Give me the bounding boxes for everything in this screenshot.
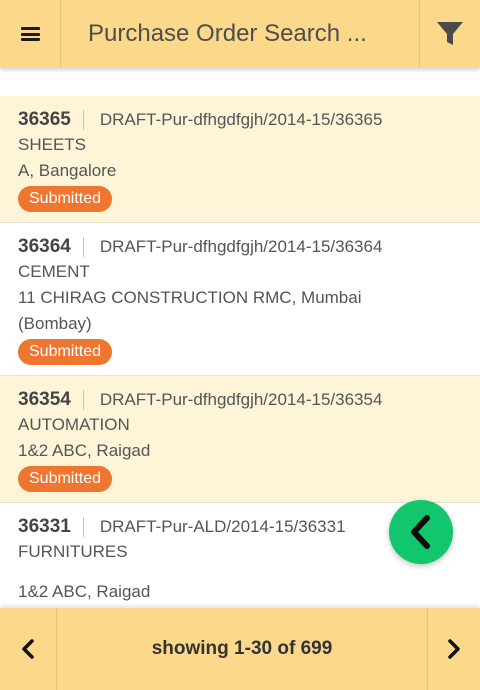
next-page-button[interactable] <box>427 608 480 690</box>
status-badge: Submitted <box>18 186 113 212</box>
po-number: 36331 <box>18 516 71 537</box>
paging-status: showing 1-30 of 699 <box>151 638 333 659</box>
po-vendor: A, Bangalore <box>18 161 117 180</box>
pagination-bar: showing 1-30 of 699 <box>0 608 480 690</box>
po-code: DRAFT-Pur-dfhgdfgjh/2014-15/36354 <box>99 390 383 409</box>
page-title: Purchase Order Search ... <box>88 20 367 47</box>
po-vendor: 1&2 ABC, Raigad <box>18 441 151 460</box>
chevron-left-icon <box>411 515 430 549</box>
po-code: DRAFT-Pur-dfhgdfgjh/2014-15/36364 <box>99 237 383 256</box>
po-number: 36365 <box>18 109 71 130</box>
hamburger-menu-icon <box>20 27 40 41</box>
po-vendor: 11 CHIRAG CONSTRUCTION RMC, Mumbai <box>18 288 362 307</box>
po-vendor-continued: (Bombay) <box>18 314 92 333</box>
status-badge: Submitted <box>18 466 113 492</box>
separator <box>82 110 84 130</box>
app-header: Purchase Order Search ... <box>0 0 480 68</box>
filter-icon <box>437 22 463 45</box>
previous-page-button[interactable] <box>0 608 57 690</box>
chevron-left-icon <box>22 639 34 659</box>
status-badge: Submitted <box>18 339 113 365</box>
back-fab-button[interactable] <box>389 500 453 564</box>
separator <box>82 237 84 257</box>
po-code: DRAFT-Pur-ALD/2014-15/36331 <box>99 517 346 536</box>
list-item[interactable]: 36354 DRAFT-Pur-dfhgdfgjh/2014-15/36354 … <box>0 376 480 503</box>
po-number: 36364 <box>18 236 71 257</box>
po-number: 36354 <box>18 389 71 410</box>
separator <box>82 517 84 537</box>
po-category: AUTOMATION <box>18 415 130 434</box>
list-item[interactable]: 36365 DRAFT-Pur-dfhgdfgjh/2014-15/36365 … <box>0 96 480 223</box>
filter-button[interactable] <box>419 0 480 68</box>
po-vendor: 1&2 ABC, Raigad <box>18 582 151 601</box>
list-item[interactable]: 36364 DRAFT-Pur-dfhgdfgjh/2014-15/36364 … <box>0 223 480 376</box>
po-category: SHEETS <box>18 135 87 154</box>
chevron-right-icon <box>448 639 460 659</box>
po-category: CEMENT <box>18 262 90 281</box>
po-code: DRAFT-Pur-dfhgdfgjh/2014-15/36365 <box>99 110 383 129</box>
separator <box>82 390 84 410</box>
menu-button[interactable] <box>0 0 61 68</box>
